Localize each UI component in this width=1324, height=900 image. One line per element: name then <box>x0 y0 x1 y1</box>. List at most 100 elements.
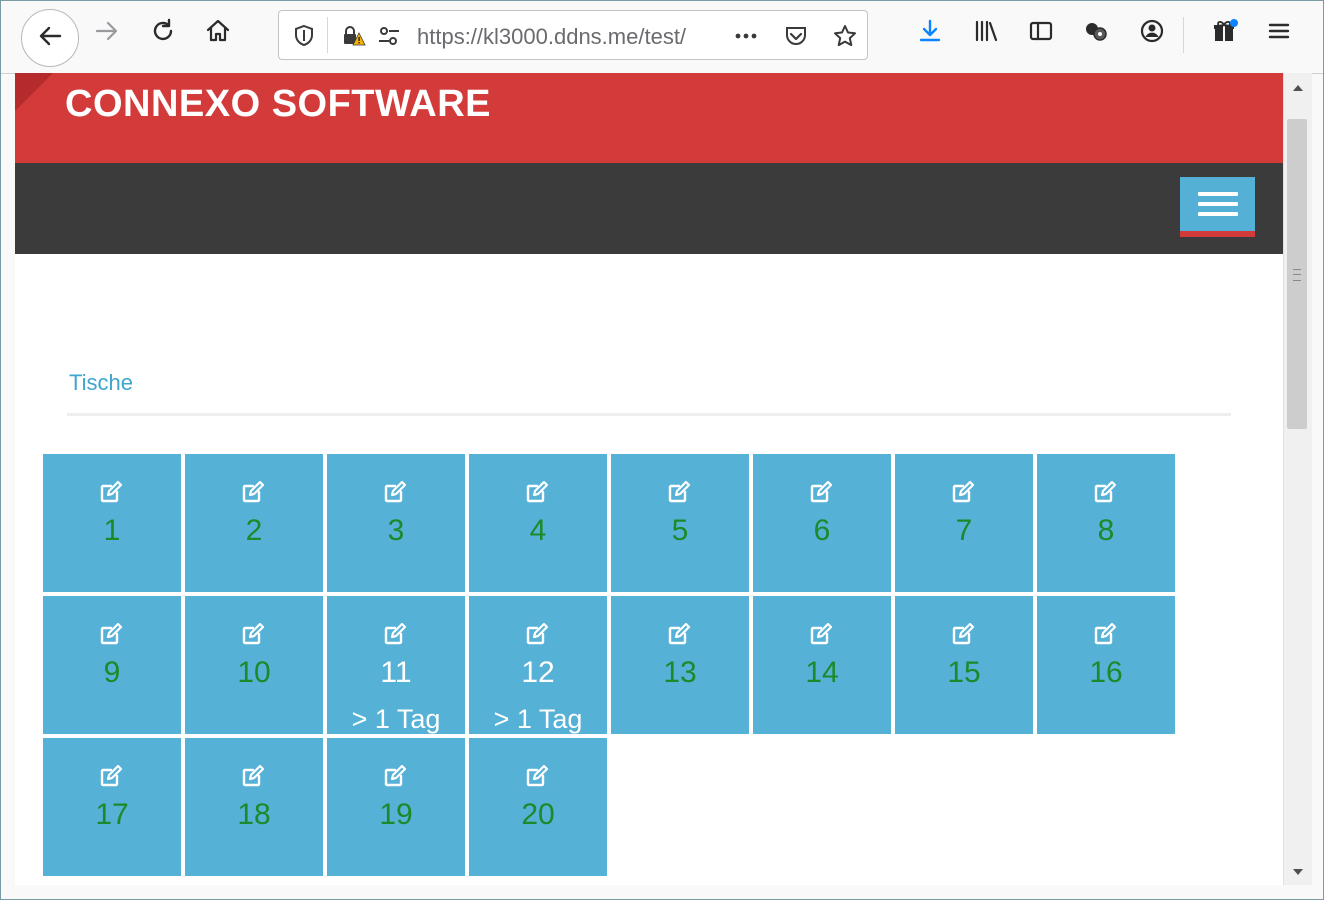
scroll-up-arrow-icon[interactable] <box>1293 85 1303 91</box>
scrollbar-grip <box>1293 269 1301 281</box>
scroll-down-arrow-icon[interactable] <box>1293 869 1303 875</box>
toolbar-divider <box>1183 17 1184 53</box>
home-button[interactable] <box>198 13 238 53</box>
edit-icon <box>523 620 551 648</box>
table-tile[interactable]: 2 <box>185 454 323 592</box>
table-tile[interactable]: 7 <box>895 454 1033 592</box>
table-tile[interactable]: 11 > 1 Tag <box>327 596 465 734</box>
home-icon <box>204 17 232 50</box>
table-number: 10 <box>237 656 271 689</box>
permissions-icon[interactable] <box>374 21 404 51</box>
table-tile[interactable]: 5 <box>611 454 749 592</box>
account-button[interactable] <box>1132 13 1172 53</box>
hamburger-line <box>1197 192 1238 196</box>
back-arrow-icon <box>36 22 64 55</box>
sidebar-button[interactable] <box>1021 13 1061 53</box>
forward-arrow-icon <box>93 17 121 50</box>
pocket-icon[interactable] <box>781 21 811 51</box>
forward-button[interactable] <box>87 13 127 53</box>
tables-grid: 1 2 3 4 5 6 7 8 9 10 11 > 1 Tag 12 > 1 Tag 13 14 15 16 17 1… <box>43 454 1183 880</box>
table-number: 3 <box>387 514 405 547</box>
hamburger-menu-icon <box>1265 17 1293 50</box>
brand-corner-decoration <box>15 73 53 111</box>
table-number: 5 <box>671 514 689 547</box>
whats-new-button[interactable] <box>1204 13 1244 53</box>
table-tile[interactable]: 12 > 1 Tag <box>469 596 607 734</box>
table-tile[interactable]: 14 <box>753 596 891 734</box>
table-tile[interactable]: 19 <box>327 738 465 876</box>
table-status-note: > 1 Tag <box>351 704 441 734</box>
table-number: 6 <box>813 514 831 547</box>
more-icon[interactable] <box>731 21 761 51</box>
table-tile[interactable]: 1 <box>43 454 181 592</box>
table-tile[interactable]: 15 <box>895 596 1033 734</box>
table-status-note: > 1 Tag <box>493 704 583 734</box>
table-tile[interactable]: 8 <box>1037 454 1175 592</box>
reload-button[interactable] <box>143 13 183 53</box>
edit-icon <box>807 478 835 506</box>
table-tile[interactable]: 3 <box>327 454 465 592</box>
table-tile[interactable]: 6 <box>753 454 891 592</box>
edit-icon <box>381 762 409 790</box>
table-tile[interactable]: 9 <box>43 596 181 734</box>
edit-icon <box>239 620 267 648</box>
extensions-button[interactable] <box>1076 13 1116 53</box>
brand-header: CONNEXO SOFTWARE <box>15 73 1283 163</box>
edit-icon <box>97 762 125 790</box>
edit-icon <box>381 620 409 648</box>
table-number: 17 <box>95 798 129 831</box>
url-bar[interactable]: https://kl3000.ddns.me/test/ <box>278 10 868 60</box>
library-button[interactable] <box>966 13 1006 53</box>
table-number: 12 <box>521 656 555 689</box>
table-number: 20 <box>521 798 555 831</box>
sidebar-icon <box>1027 17 1055 50</box>
extensions-icon <box>1082 17 1110 50</box>
edit-icon <box>239 478 267 506</box>
nav-bar <box>15 163 1283 254</box>
table-number: 19 <box>379 798 413 831</box>
table-number: 4 <box>529 514 547 547</box>
table-number: 9 <box>103 656 121 689</box>
lock-warning-icon[interactable] <box>339 21 369 51</box>
scrollbar-thumb[interactable] <box>1287 119 1307 429</box>
table-number: 2 <box>245 514 263 547</box>
edit-icon <box>381 478 409 506</box>
hamburger-line <box>1197 202 1238 206</box>
edit-icon <box>239 762 267 790</box>
table-number: 7 <box>955 514 973 547</box>
table-number: 8 <box>1097 514 1115 547</box>
table-tile[interactable]: 4 <box>469 454 607 592</box>
table-tile[interactable]: 17 <box>43 738 181 876</box>
shield-icon[interactable] <box>289 21 319 51</box>
star-icon[interactable] <box>830 21 860 51</box>
nav-menu-button[interactable] <box>1180 177 1255 237</box>
url-separator <box>327 17 328 53</box>
table-tile[interactable]: 10 <box>185 596 323 734</box>
vertical-scrollbar[interactable] <box>1283 73 1312 885</box>
table-tile[interactable]: 13 <box>611 596 749 734</box>
downloads-button[interactable] <box>910 13 950 53</box>
table-tile[interactable]: 20 <box>469 738 607 876</box>
brand-title: CONNEXO SOFTWARE <box>65 83 492 125</box>
table-number: 16 <box>1089 656 1123 689</box>
edit-icon <box>97 620 125 648</box>
browser-toolbar: https://kl3000.ddns.me/test/ <box>1 1 1323 74</box>
table-tile[interactable]: 18 <box>185 738 323 876</box>
edit-icon <box>665 620 693 648</box>
table-tile[interactable]: 16 <box>1037 596 1175 734</box>
edit-icon <box>949 478 977 506</box>
hamburger-line <box>1197 212 1238 216</box>
edit-icon <box>1091 478 1119 506</box>
edit-icon <box>523 762 551 790</box>
url-text[interactable]: https://kl3000.ddns.me/test/ <box>417 24 717 50</box>
app-menu-button[interactable] <box>1259 13 1299 53</box>
back-button[interactable] <box>21 9 79 67</box>
page-viewport: CONNEXO SOFTWARE Tische 1 2 3 4 5 6 7 8 9 10 11 > 1… <box>15 73 1283 885</box>
account-icon <box>1138 17 1166 50</box>
edit-icon <box>523 478 551 506</box>
edit-icon <box>97 478 125 506</box>
table-number: 1 <box>103 514 121 547</box>
reload-icon <box>149 17 177 50</box>
table-number: 11 <box>380 656 412 689</box>
library-icon <box>972 17 1000 50</box>
